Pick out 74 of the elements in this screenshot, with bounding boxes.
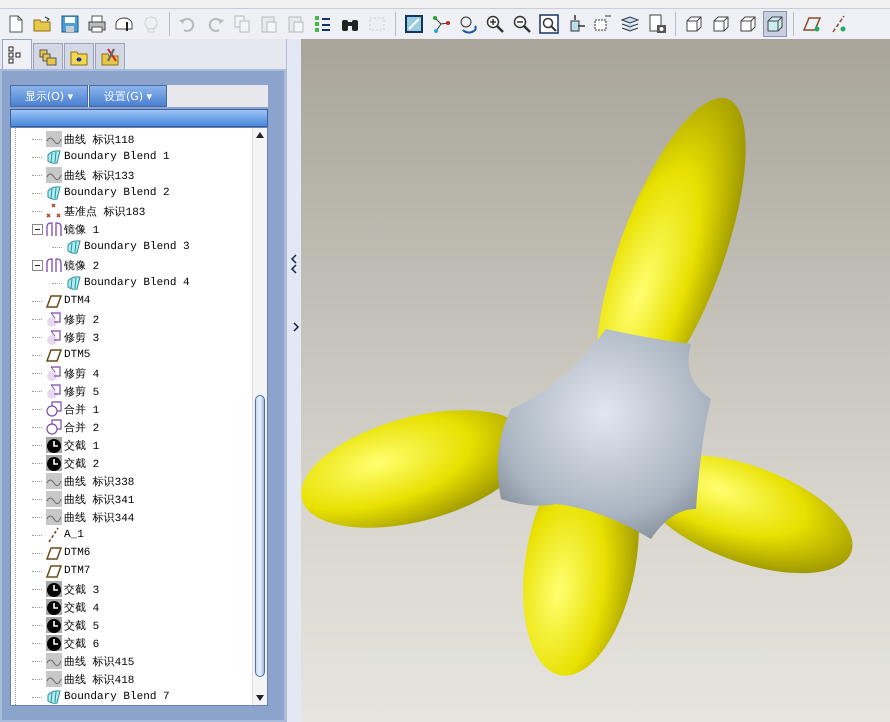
tree-item-label[interactable]: 交截 3 [64, 582, 100, 596]
scrollbar-thumb[interactable] [255, 394, 265, 677]
tree-item-label[interactable]: 曲线 标识118 [64, 132, 134, 146]
tree-item-label[interactable]: Boundary Blend 4 [84, 277, 190, 289]
tree-item-label[interactable]: 合并 1 [64, 402, 100, 416]
tree-item-label[interactable]: 曲线 标识338 [64, 474, 134, 488]
favorites-tab[interactable] [64, 43, 94, 69]
tree-item-label[interactable]: Boundary Blend 7 [64, 691, 170, 703]
collapse-toggle-icon[interactable] [32, 224, 42, 234]
curve-icon [46, 473, 62, 489]
surface-icon [46, 185, 62, 201]
merge-icon [46, 401, 62, 417]
folder-browser-tab[interactable] [33, 43, 63, 69]
intersect-icon [46, 599, 62, 615]
trim-icon [46, 383, 62, 399]
surface-icon [46, 689, 62, 705]
tree-item-label[interactable]: 修剪 2 [64, 312, 100, 326]
tree-item-label[interactable]: 基准点 标识183 [64, 204, 146, 218]
tree-item-label[interactable]: 修剪 3 [64, 330, 100, 344]
datum-plane-icon [46, 545, 62, 561]
surface-icon [66, 275, 82, 291]
intersect-icon [46, 455, 62, 471]
curve-icon [46, 167, 62, 183]
intersect-icon [46, 581, 62, 597]
tree-item-label[interactable]: DTM5 [64, 349, 90, 361]
surface-icon [66, 239, 82, 255]
tree-item-label[interactable]: 曲线 标识415 [64, 654, 134, 668]
surface-icon [46, 149, 62, 165]
datum-plane-icon [46, 347, 62, 363]
datum-point-icon [46, 203, 62, 219]
tree-item-label[interactable]: 交截 2 [64, 456, 100, 470]
trim-icon [46, 365, 62, 381]
curve-icon [46, 671, 62, 687]
tree-item-label[interactable]: 交截 1 [64, 438, 100, 452]
scrollbar[interactable] [252, 128, 267, 705]
curve-icon [46, 131, 62, 147]
tree-item-label[interactable]: Boundary Blend 1 [64, 151, 170, 163]
tree-item-label[interactable]: 曲线 标识344 [64, 510, 134, 524]
curve-icon [46, 509, 62, 525]
mirror-icon [46, 257, 62, 273]
curve-icon [46, 653, 62, 669]
tree-item-label[interactable]: 曲线 标识418 [64, 672, 134, 686]
tree-item-label[interactable]: 交截 6 [64, 636, 100, 650]
tree-item-label[interactable]: 修剪 4 [64, 366, 100, 380]
tree-item-label[interactable]: 交截 5 [64, 618, 100, 632]
connections-tab[interactable] [95, 43, 125, 69]
tree-item-label[interactable]: DTM7 [64, 565, 90, 577]
intersect-icon [46, 617, 62, 633]
tree-item-label[interactable]: Boundary Blend 3 [84, 241, 190, 253]
merge-icon [46, 419, 62, 435]
datum-plane-icon [46, 563, 62, 579]
tree-item-label[interactable]: DTM6 [64, 547, 90, 559]
tree-item-label[interactable]: A_1 [64, 529, 84, 541]
mirror-icon [46, 221, 62, 237]
trim-icon [46, 311, 62, 327]
curve-icon [46, 491, 62, 507]
datum-plane-icon [46, 293, 62, 309]
tree-item-label[interactable]: 曲线 标识133 [64, 168, 134, 182]
tree-item-label[interactable]: 镜像 2 [64, 258, 100, 272]
tools-folder-icon [100, 46, 120, 66]
trim-icon [46, 329, 62, 345]
tree-item-label[interactable]: 镜像 1 [64, 222, 100, 236]
tree-item-label[interactable]: Boundary Blend 2 [64, 187, 170, 199]
shaded-cube-icon[interactable] [763, 11, 787, 37]
model-tree-tab[interactable] [2, 39, 32, 69]
intersect-icon [46, 437, 62, 453]
tree-item-label[interactable]: 曲线 标识341 [64, 492, 134, 506]
tree-item-label[interactable]: 合并 2 [64, 420, 100, 434]
folders-icon [38, 46, 58, 66]
tree-item-label[interactable]: 交截 4 [64, 600, 100, 614]
tree-item-label[interactable]: 修剪 5 [64, 384, 100, 398]
intersect-icon [46, 635, 62, 651]
tree-item-label[interactable]: DTM4 [64, 295, 90, 307]
collapse-toggle-icon[interactable] [32, 260, 42, 270]
